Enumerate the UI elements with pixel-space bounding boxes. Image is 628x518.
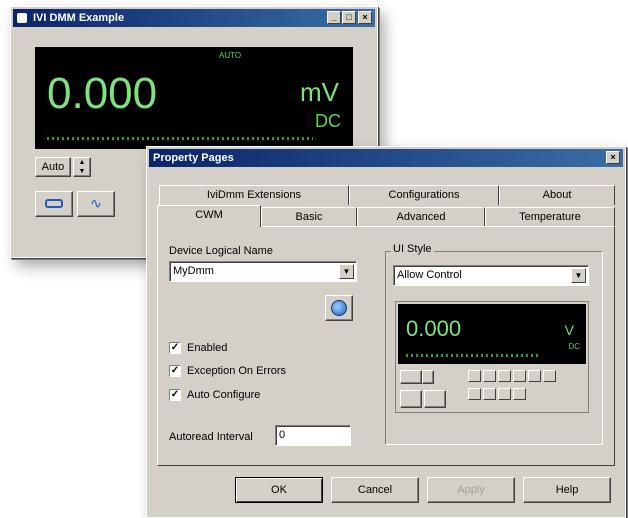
continuous-read-icon: [45, 199, 63, 208]
property-pages-title: Property Pages: [153, 152, 234, 164]
ui-style-label: UI Style: [391, 243, 434, 255]
preview-period-icon: [483, 388, 496, 400]
tab-ividmm-extensions[interactable]: IviDmm Extensions: [159, 185, 349, 205]
ok-button[interactable]: OK: [235, 477, 323, 503]
cancel-button[interactable]: Cancel: [331, 477, 419, 503]
auto-configure-checkbox[interactable]: ✓: [169, 389, 181, 401]
autoread-interval-label: Autoread Interval: [169, 431, 253, 443]
preview-ac-volts-icon: [483, 370, 496, 382]
property-pages-dialog: Property Pages × IviDmm Extensions Confi…: [146, 146, 626, 518]
preview-4w-ohms-icon: [543, 370, 556, 382]
dmm-title-bar[interactable]: IVI DMM Example _ □ ×: [13, 9, 375, 27]
device-logical-name-combo[interactable]: MyDmm ▼: [169, 261, 357, 282]
app-icon: [17, 13, 27, 23]
ui-style-preview: 0.000 V DC: [395, 301, 589, 413]
spin-down-icon[interactable]: ▼: [79, 168, 86, 175]
preview-reading: 0.000: [406, 316, 462, 341]
waveform-icon: ∿: [90, 195, 102, 211]
apply-button[interactable]: Apply: [427, 477, 515, 503]
chevron-down-icon[interactable]: ▼: [571, 268, 586, 283]
device-logical-name-label: Device Logical Name: [169, 245, 273, 257]
continuous-read-button[interactable]: [35, 191, 73, 217]
exception-on-errors-checkbox[interactable]: ✓: [169, 365, 181, 377]
close-icon[interactable]: ×: [358, 11, 372, 24]
spin-up-icon[interactable]: ▲: [79, 159, 86, 166]
dmm-display: AUTO 0.000 mV DC: [35, 47, 353, 149]
preview-read-button: [400, 390, 422, 408]
exception-on-errors-label: Exception On Errors: [187, 365, 287, 377]
range-select-button[interactable]: Auto: [35, 157, 71, 177]
property-pages-title-bar[interactable]: Property Pages ×: [149, 149, 623, 167]
close-icon[interactable]: ×: [606, 151, 620, 164]
tab-temperature[interactable]: Temperature: [485, 207, 615, 227]
tab-cwm[interactable]: CWM: [157, 205, 261, 227]
dmm-bar-graph: [47, 137, 313, 140]
preview-unit: V: [564, 322, 574, 338]
preview-mode: DC: [568, 342, 580, 351]
function-button[interactable]: ∿: [77, 191, 115, 217]
dmm-reading: 0.000: [47, 69, 158, 118]
preview-dc-amps-icon: [498, 370, 511, 382]
range-spinner[interactable]: ▲ ▼: [73, 157, 91, 177]
ui-style-combo[interactable]: Allow Control ▼: [393, 265, 589, 286]
preview-ac-amps-icon: [513, 370, 526, 382]
autoread-interval-input[interactable]: 0: [275, 425, 351, 446]
range-mode-indicator: AUTO: [219, 51, 242, 60]
tab-configurations[interactable]: Configurations: [349, 185, 499, 205]
dmm-window-title: IVI DMM Example: [33, 12, 125, 24]
tab-advanced[interactable]: Advanced: [357, 207, 485, 227]
chevron-down-icon[interactable]: ▼: [339, 264, 354, 279]
minimize-icon[interactable]: _: [327, 11, 341, 24]
tab-basic[interactable]: Basic: [261, 207, 357, 227]
preview-dc-volts-icon: [468, 370, 481, 382]
preview-range-button: [400, 370, 422, 384]
preview-spinner: [422, 370, 434, 384]
preview-bar-graph: [406, 354, 538, 357]
maximize-icon[interactable]: □: [342, 11, 356, 24]
dmm-mode: DC: [315, 111, 341, 131]
dmm-unit: mV: [300, 77, 339, 107]
enabled-checkbox[interactable]: ✓: [169, 342, 181, 354]
help-button[interactable]: Help: [523, 477, 611, 503]
enabled-label: Enabled: [187, 342, 228, 354]
browse-button[interactable]: [325, 295, 353, 321]
preview-temp-icon: [498, 388, 511, 400]
preview-display: 0.000 V DC: [398, 304, 586, 364]
auto-configure-label: Auto Configure: [187, 389, 261, 401]
preview-ohms-icon: [528, 370, 541, 382]
tab-about[interactable]: About: [499, 185, 615, 205]
preview-function-button: [424, 390, 446, 408]
preview-settings-icon: [513, 388, 526, 400]
globe-icon: [331, 300, 347, 316]
preview-freq-icon: [468, 388, 481, 400]
